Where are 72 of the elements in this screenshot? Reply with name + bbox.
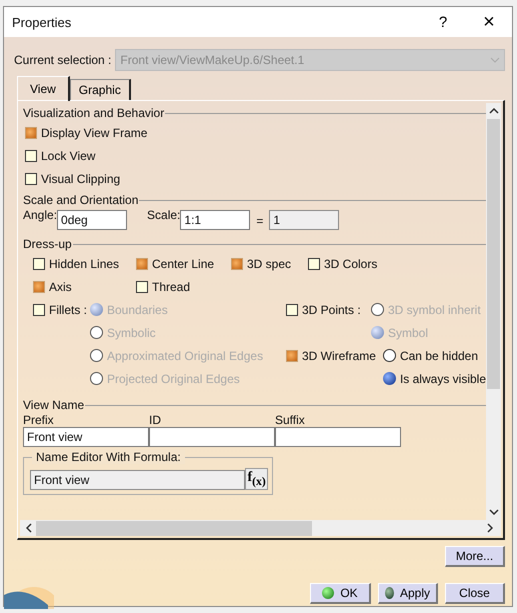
checkbox[interactable] bbox=[136, 280, 148, 292]
section-title: Scale and Orientation bbox=[23, 193, 138, 207]
scale-field[interactable]: 1:1 bbox=[180, 210, 250, 230]
field-label: ID bbox=[149, 413, 162, 427]
caret-icon bbox=[490, 57, 500, 63]
section-title: Dress-up bbox=[23, 237, 72, 251]
checkbox[interactable] bbox=[33, 280, 45, 292]
checkbox[interactable] bbox=[136, 258, 148, 270]
checkbox-label: Display View Frame bbox=[41, 126, 148, 140]
name-field[interactable] bbox=[275, 427, 401, 447]
checkbox-label: 3D Wireframe bbox=[302, 348, 376, 362]
checkbox-label: Hidden Lines bbox=[49, 256, 120, 270]
group-title: Name Editor With Formula: bbox=[32, 450, 185, 464]
radio-label: Approximated Original Edges bbox=[107, 348, 264, 362]
checkbox[interactable] bbox=[308, 258, 320, 270]
dialog-button[interactable]: Apply bbox=[378, 582, 438, 604]
checkbox-label: Axis bbox=[49, 280, 72, 294]
section-title: View Name bbox=[23, 398, 84, 412]
section-title: Visualization and Behavior bbox=[23, 106, 164, 120]
scroll-right-icon[interactable] bbox=[487, 523, 493, 533]
name-field[interactable] bbox=[149, 427, 275, 447]
close-button[interactable]: × bbox=[466, 7, 512, 37]
checkbox-label: 3D Colors bbox=[324, 256, 378, 270]
checkbox-label: 3D Points : bbox=[302, 302, 361, 316]
checkbox-label: Visual Clipping bbox=[41, 172, 120, 186]
checkbox[interactable] bbox=[231, 258, 243, 270]
radio-label: Is always visible bbox=[400, 372, 486, 386]
scroll-up-icon[interactable] bbox=[488, 108, 498, 114]
checkbox[interactable] bbox=[25, 150, 37, 162]
field-label: Prefix bbox=[23, 413, 55, 427]
tab[interactable]: View bbox=[17, 76, 70, 101]
formula-field[interactable]: Front view bbox=[30, 470, 246, 490]
radio-button[interactable] bbox=[382, 372, 396, 385]
checkbox-label: Fillets : bbox=[49, 302, 88, 316]
selection-label: Current selection : bbox=[14, 53, 112, 67]
window-title: Properties bbox=[12, 14, 72, 30]
dialog-button[interactable]: OK bbox=[310, 582, 371, 604]
formula-button[interactable]: f$_{(x)}$ bbox=[245, 468, 268, 490]
scale-result-field[interactable]: 1 bbox=[269, 210, 340, 230]
help-button[interactable]: ? bbox=[420, 7, 466, 37]
radio-label: Boundaries bbox=[107, 302, 168, 316]
checkbox-label: Center Line bbox=[152, 256, 214, 270]
scale-label: Scale: bbox=[147, 208, 180, 222]
radio-button[interactable] bbox=[382, 349, 396, 362]
equals-sign: = bbox=[256, 214, 264, 228]
scroll-left-icon[interactable] bbox=[26, 523, 32, 533]
checkbox-label: 3D spec bbox=[247, 256, 292, 270]
checkbox[interactable] bbox=[33, 258, 45, 270]
scrollbar-thumb[interactable] bbox=[487, 119, 500, 389]
radio-label: Symbol bbox=[388, 326, 428, 340]
vertical-scrollbar[interactable] bbox=[486, 103, 501, 520]
tab[interactable]: Graphic bbox=[70, 79, 131, 100]
checkbox[interactable] bbox=[286, 350, 298, 362]
horizontal-scrollbar[interactable] bbox=[20, 520, 501, 536]
checkbox-label: Lock View bbox=[41, 148, 96, 162]
scrollbar-thumb[interactable] bbox=[36, 520, 312, 536]
angle-field[interactable]: 0deg bbox=[57, 210, 128, 230]
checkbox-label: Thread bbox=[152, 280, 190, 294]
status-ball-icon bbox=[322, 586, 334, 598]
radio-label: 3D symbol inherit bbox=[388, 302, 481, 316]
checkbox[interactable] bbox=[25, 126, 37, 138]
dialog-button[interactable]: Close bbox=[445, 582, 505, 604]
field-label: Suffix bbox=[275, 413, 306, 427]
angle-label: Angle: bbox=[23, 208, 58, 222]
more-button[interactable]: More... bbox=[445, 546, 505, 567]
name-field[interactable]: Front view bbox=[23, 427, 149, 447]
radio-label: Projected Original Edges bbox=[107, 372, 240, 386]
radio-label: Symbolic bbox=[107, 326, 156, 340]
checkbox[interactable] bbox=[25, 172, 37, 184]
status-ball-icon bbox=[385, 586, 394, 598]
radio-label: Can be hidden bbox=[400, 348, 478, 362]
scroll-down-icon[interactable] bbox=[488, 509, 498, 515]
